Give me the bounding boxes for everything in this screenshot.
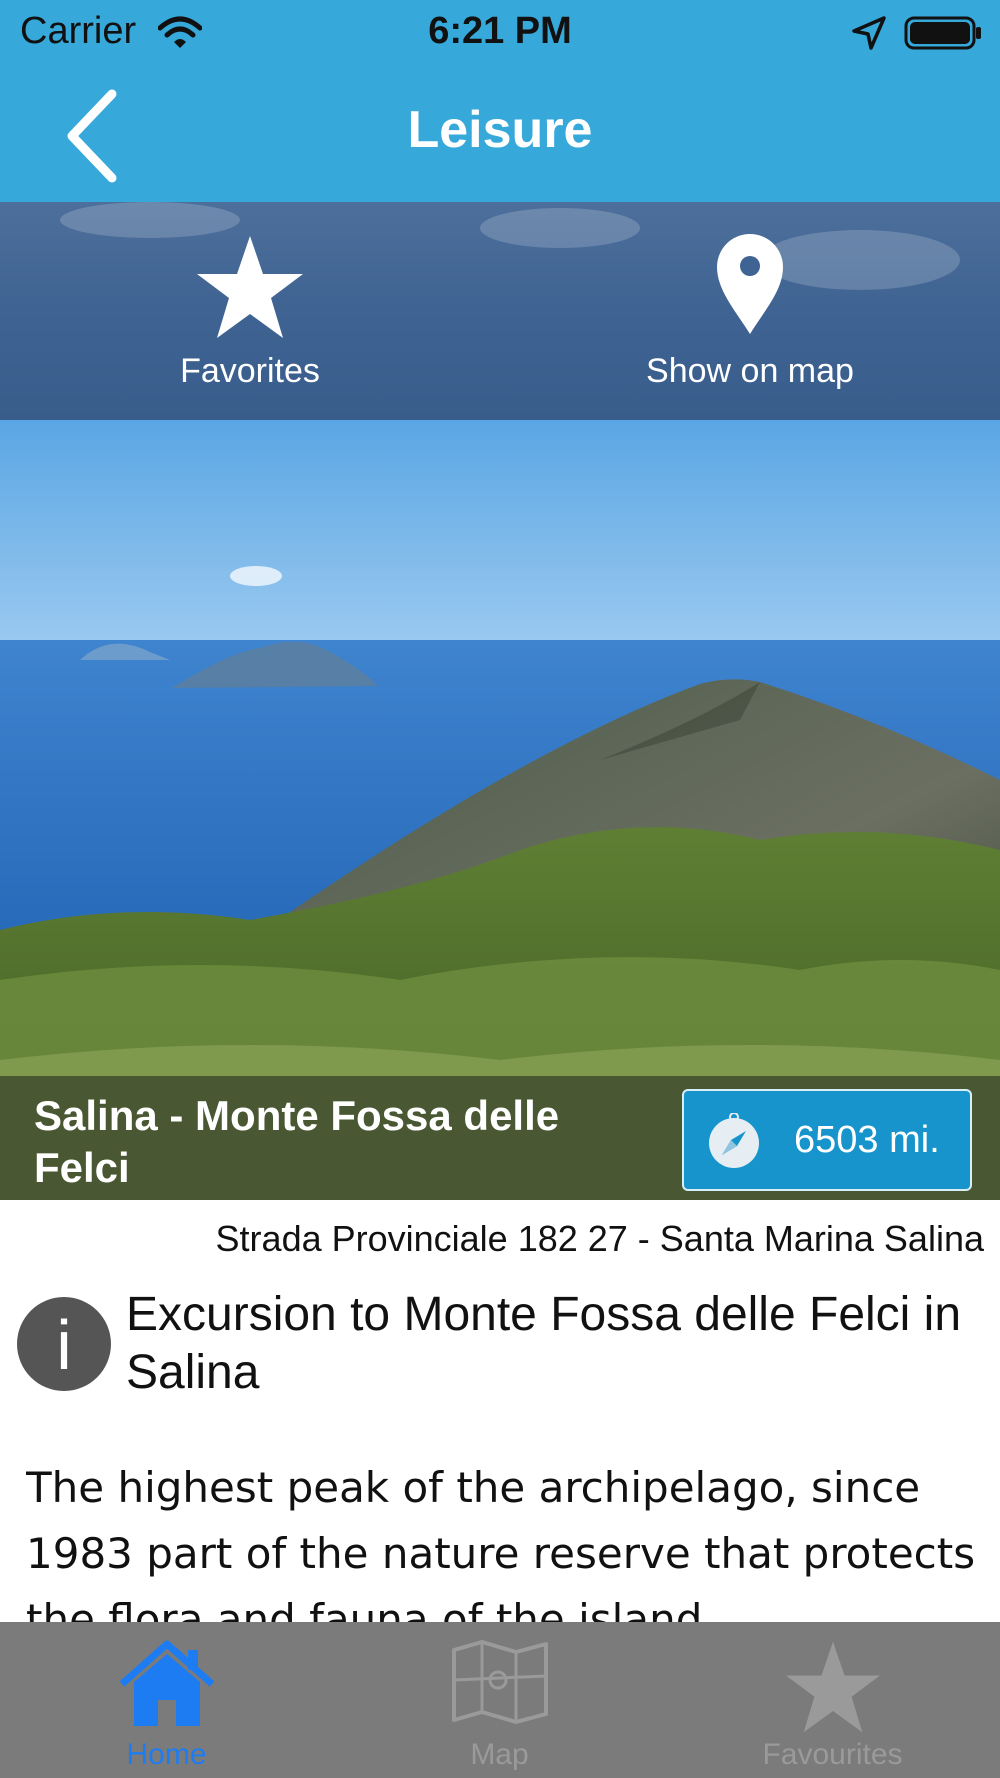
- star-icon: [197, 236, 303, 338]
- favorites-label: Favorites: [180, 352, 320, 390]
- tab-home[interactable]: Home: [0, 1622, 333, 1778]
- star-icon: [785, 1641, 880, 1733]
- clock: 6:21 PM: [428, 10, 572, 52]
- nav-bar: Leisure: [0, 70, 1000, 202]
- show-on-map-label: Show on map: [646, 352, 854, 390]
- distance-value: 6503 mi.: [794, 1119, 940, 1161]
- battery-icon: [904, 16, 981, 50]
- location-arrow-icon: [852, 16, 886, 50]
- tab-map[interactable]: Map: [333, 1622, 666, 1778]
- map-pin-icon: [717, 234, 783, 334]
- tab-bar: Home Map Favourites: [0, 1622, 1000, 1778]
- place-headline: Excursion to Monte Fossa delle Felci in …: [126, 1288, 962, 1399]
- distance-button[interactable]: 6503 mi.: [682, 1089, 972, 1191]
- tab-favourites[interactable]: Favourites: [666, 1622, 999, 1778]
- place-description: The highest peak of the archipelago, sin…: [26, 1463, 976, 1623]
- home-icon: [119, 1640, 214, 1726]
- info-icon-glyph: i: [56, 1306, 72, 1384]
- tab-home-label: Home: [126, 1738, 207, 1771]
- map-icon: [451, 1640, 548, 1724]
- tab-map-label: Map: [470, 1738, 529, 1771]
- page-title: Leisure: [407, 101, 593, 159]
- favorites-button[interactable]: Favorites: [80, 202, 420, 420]
- info-icon: i: [17, 1297, 111, 1391]
- tab-favourites-label: Favourites: [762, 1738, 903, 1771]
- status-bar: Carrier 6:21 PM: [0, 0, 1000, 70]
- place-address: Strada Provinciale 182 27 - Santa Marina…: [215, 1218, 984, 1259]
- show-on-map-button[interactable]: Show on map: [580, 202, 920, 420]
- place-caption: Salina - Monte Fossa delle Felci 6503 mi…: [0, 1076, 1000, 1200]
- action-strip: Favorites Show on map: [0, 202, 1000, 420]
- compass-icon: [709, 1113, 759, 1168]
- place-name: Salina - Monte Fossa delle Felci: [34, 1092, 560, 1191]
